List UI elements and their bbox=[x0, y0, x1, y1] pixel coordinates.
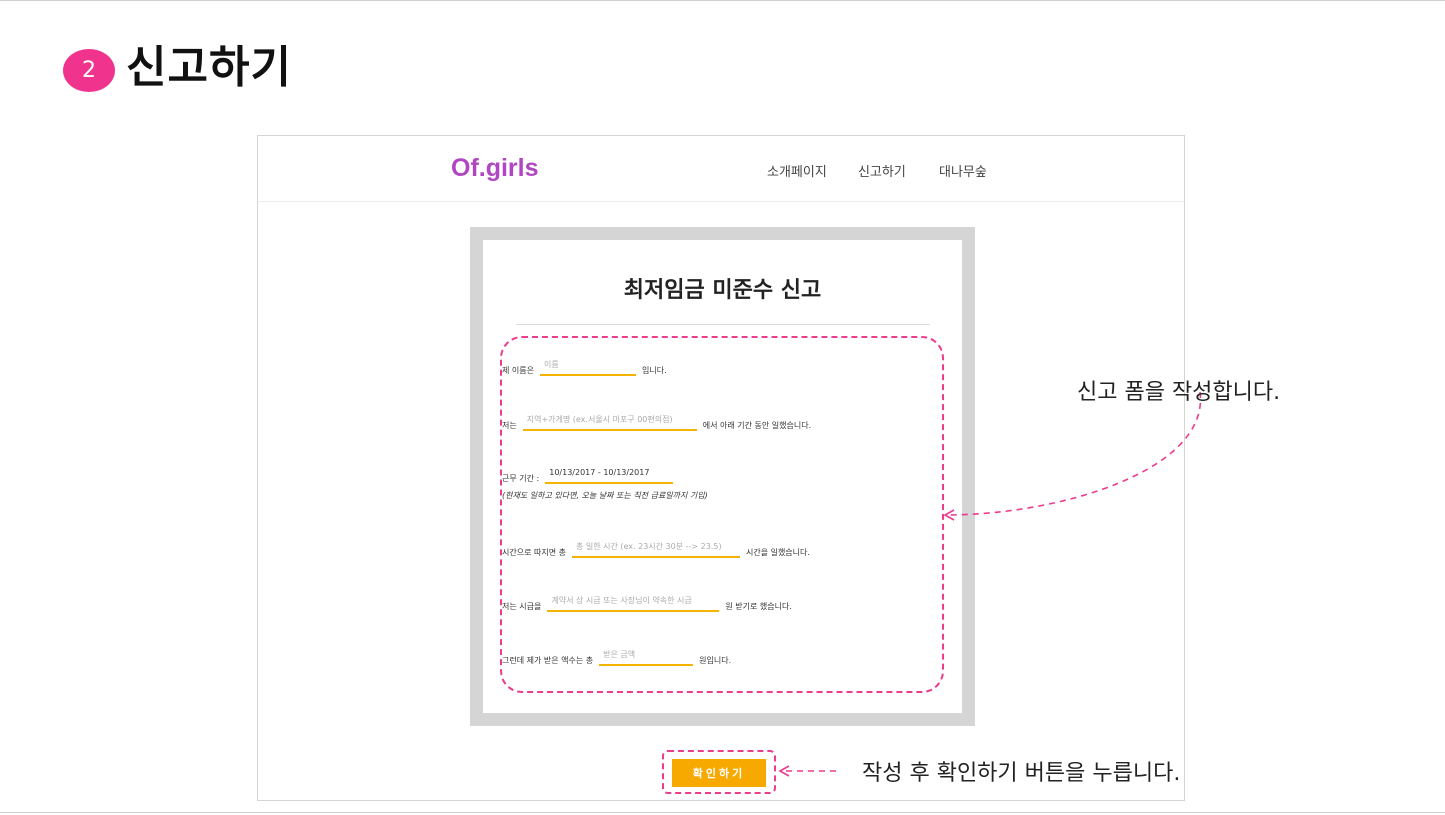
website-screenshot: Of.girls 소개페이지 신고하기 대나무숲 최저임금 미준수 신고 제 이… bbox=[257, 135, 1185, 801]
form-row-period: 근무 기간 : bbox=[502, 465, 679, 484]
site-navbar: Of.girls 소개페이지 신고하기 대나무숲 bbox=[258, 136, 1184, 202]
row-suffix: 입니다. bbox=[641, 366, 667, 375]
period-note: (현재도 일하고 있다면, 오늘 날짜 또는 직전 급료일까지 기입) bbox=[502, 491, 708, 500]
nav-link-bamboo-forest[interactable]: 대나무숲 bbox=[939, 161, 987, 180]
name-input[interactable] bbox=[539, 357, 636, 376]
button-highlight-box: 확인하기 bbox=[662, 750, 776, 794]
total-hours-input[interactable] bbox=[571, 539, 740, 558]
form-row-wage: 저는 시급을 원 받기로 했습니다. bbox=[502, 593, 792, 612]
row-suffix: 에서 아래 기간 동안 일했습니다. bbox=[702, 421, 812, 430]
row-suffix: 원입니다. bbox=[699, 656, 732, 665]
slide-top-border bbox=[0, 0, 1445, 1]
row-label: 저는 bbox=[502, 421, 517, 430]
row-suffix: 시간을 일했습니다. bbox=[745, 548, 810, 557]
row-label: 저는 시급을 bbox=[502, 602, 542, 611]
slide-bottom-border bbox=[0, 812, 1445, 813]
site-logo[interactable]: Of.girls bbox=[451, 154, 539, 183]
row-label: 제 이름은 bbox=[502, 366, 534, 375]
report-form-frame: 최저임금 미준수 신고 제 이름은 입니다. 저는 에서 아래 기간 동안 일했… bbox=[470, 227, 975, 726]
workplace-input[interactable] bbox=[522, 412, 697, 431]
form-row-workplace: 저는 에서 아래 기간 동안 일했습니다. bbox=[502, 412, 811, 431]
form-title: 최저임금 미준수 신고 bbox=[623, 278, 822, 303]
form-divider bbox=[516, 324, 930, 325]
work-period-input[interactable] bbox=[545, 465, 674, 484]
form-row-hours: 시간으로 따지면 총 시간을 일했습니다. bbox=[502, 539, 810, 558]
form-row-name: 제 이름은 입니다. bbox=[502, 357, 667, 376]
slide-title: 신고하기 bbox=[126, 42, 292, 93]
form-row-received: 그런데 제가 받은 액수는 총 원입니다. bbox=[502, 647, 731, 666]
report-form: 최저임금 미준수 신고 제 이름은 입니다. 저는 에서 아래 기간 동안 일했… bbox=[483, 240, 962, 713]
received-amount-input[interactable] bbox=[599, 647, 694, 666]
form-annotation-text: 신고 폼을 작성합니다. bbox=[1077, 380, 1281, 405]
row-label: 그런데 제가 받은 액수는 총 bbox=[502, 656, 594, 665]
nav-link-intro[interactable]: 소개페이지 bbox=[767, 161, 827, 180]
row-label: 근무 기간 : bbox=[502, 474, 540, 483]
row-suffix: 원 받기로 했습니다. bbox=[725, 602, 792, 611]
step-number-badge: 2 bbox=[63, 49, 115, 92]
row-label: 시간으로 따지면 총 bbox=[502, 548, 566, 557]
nav-link-report[interactable]: 신고하기 bbox=[858, 161, 906, 180]
confirm-button[interactable]: 확인하기 bbox=[672, 759, 766, 787]
hourly-wage-input[interactable] bbox=[547, 593, 720, 612]
button-annotation-text: 작성 후 확인하기 버튼을 누릅니다. bbox=[862, 761, 1181, 786]
